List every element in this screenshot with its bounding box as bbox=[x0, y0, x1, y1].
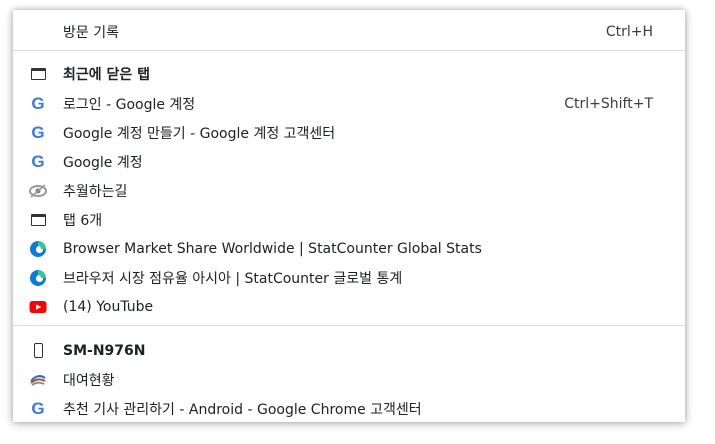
recently-closed-label: 최근에 닫은 탭 bbox=[63, 66, 151, 83]
recent-tab-item[interactable]: (14) YouTube bbox=[13, 292, 685, 321]
device-tab-item[interactable]: 대여현황 bbox=[13, 365, 685, 394]
edge-icon bbox=[29, 269, 47, 287]
youtube-icon bbox=[29, 298, 47, 316]
device-tab-label: 추천 기사 관리하기 - Android - Google Chrome 고객센… bbox=[63, 401, 422, 418]
recent-tab-item[interactable]: Browser Market Share Worldwide | StatCou… bbox=[13, 234, 685, 263]
recent-tab-label: Browser Market Share Worldwide | StatCou… bbox=[63, 240, 482, 257]
recent-tab-item[interactable]: G Google 계정 bbox=[13, 147, 685, 176]
google-icon: G bbox=[31, 398, 45, 418]
reopen-shortcut: Ctrl+Shift+T bbox=[564, 95, 653, 112]
recent-tab-label: Google 계정 bbox=[63, 154, 143, 171]
recent-tab-item[interactable]: G 로그인 - Google 계정 Ctrl+Shift+T bbox=[13, 89, 685, 118]
device-tab-label: 대여현황 bbox=[63, 372, 115, 389]
device-header: SM-N976N bbox=[13, 336, 685, 365]
recent-tab-label: Google 계정 만들기 - Google 계정 고객센터 bbox=[63, 125, 336, 142]
recent-tab-label: 브라우저 시장 점유율 아시아 | StatCounter 글로벌 통계 bbox=[63, 270, 403, 287]
edge-icon bbox=[29, 240, 47, 258]
recent-tab-label: 탭 6개 bbox=[63, 212, 103, 229]
separator bbox=[13, 50, 685, 51]
tab-group-icon bbox=[29, 211, 47, 229]
history-shortcut: Ctrl+H bbox=[605, 23, 653, 40]
recent-tab-label: (14) YouTube bbox=[63, 298, 154, 315]
site-favicon-icon bbox=[29, 182, 47, 200]
recent-tab-item[interactable]: 브라우저 시장 점유율 아시아 | StatCounter 글로벌 통계 bbox=[13, 263, 685, 292]
recently-closed-header: 최근에 닫은 탭 bbox=[13, 59, 685, 88]
site-favicon-icon bbox=[29, 371, 47, 389]
google-icon: G bbox=[31, 93, 45, 113]
recent-tab-item[interactable]: G Google 계정 만들기 - Google 계정 고객센터 bbox=[13, 118, 685, 147]
device-tab-item[interactable]: G 추천 기사 관리하기 - Android - Google Chrome 고… bbox=[13, 394, 685, 422]
phone-icon bbox=[29, 342, 47, 360]
history-label: 방문 기록 bbox=[63, 24, 119, 41]
google-icon: G bbox=[31, 122, 45, 142]
recent-tab-group-item[interactable]: 탭 6개 bbox=[13, 205, 685, 234]
recent-tab-label: 추월하는길 bbox=[63, 183, 128, 200]
separator bbox=[13, 325, 685, 326]
menu-item-history[interactable]: 방문 기록 Ctrl+H bbox=[13, 17, 685, 46]
recent-tab-item[interactable]: 추월하는길 bbox=[13, 176, 685, 205]
google-icon: G bbox=[31, 151, 45, 171]
tab-icon bbox=[29, 65, 47, 83]
recent-tab-label: 로그인 - Google 계정 bbox=[63, 96, 196, 113]
history-menu: 방문 기록 Ctrl+H 최근에 닫은 탭 G 로그인 - Google 계정 … bbox=[13, 10, 685, 422]
device-name: SM-N976N bbox=[63, 342, 146, 359]
